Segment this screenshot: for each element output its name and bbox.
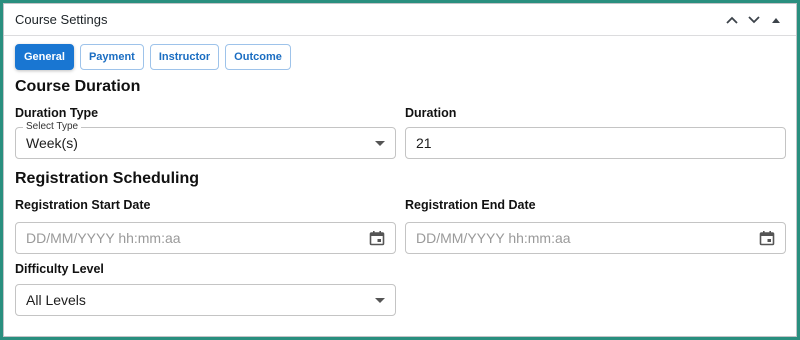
difficulty-level-select[interactable]: All Levels — [15, 284, 396, 316]
tab-outcome[interactable]: Outcome — [225, 44, 291, 70]
course-settings-panel: Course Settings General Payment Instruct… — [3, 3, 797, 337]
chevron-up-icon — [726, 16, 738, 24]
panel-header: Course Settings — [4, 4, 796, 36]
registration-start-date-label: Registration Start Date — [15, 198, 151, 212]
move-up-button[interactable] — [722, 10, 742, 30]
collapse-button[interactable] — [766, 10, 786, 30]
duration-type-select[interactable]: Select Type Week(s) — [15, 121, 396, 159]
tab-bar: General Payment Instructor Outcome — [15, 44, 785, 70]
registration-scheduling-heading: Registration Scheduling — [15, 170, 200, 187]
registration-end-date-label: Registration End Date — [405, 198, 536, 212]
difficulty-level-value: All Levels — [26, 292, 86, 308]
triangle-up-icon — [772, 17, 780, 23]
registration-start-date-input[interactable]: DD/MM/YYYY hh:mm:aa — [15, 222, 396, 254]
duration-value: 21 — [416, 135, 432, 151]
difficulty-level-label: Difficulty Level — [15, 262, 104, 276]
duration-type-label: Duration Type — [15, 106, 99, 120]
panel-body: General Payment Instructor Outcome — [4, 36, 796, 70]
calendar-icon[interactable] — [369, 230, 385, 246]
course-duration-heading: Course Duration — [15, 78, 141, 95]
tab-payment[interactable]: Payment — [79, 44, 144, 70]
duration-input[interactable]: 21 — [405, 127, 786, 159]
move-down-button[interactable] — [744, 10, 764, 30]
duration-type-floating-label: Select Type — [23, 121, 82, 133]
registration-end-date-placeholder: DD/MM/YYYY hh:mm:aa — [416, 230, 571, 246]
caret-down-icon — [375, 297, 385, 303]
chevron-down-icon — [748, 15, 760, 23]
duration-type-value: Week(s) — [26, 135, 78, 151]
registration-start-date-placeholder: DD/MM/YYYY hh:mm:aa — [26, 230, 181, 246]
panel-title: Course Settings — [15, 12, 108, 27]
tab-general[interactable]: General — [15, 44, 74, 70]
caret-down-icon — [375, 140, 385, 146]
calendar-icon[interactable] — [759, 230, 775, 246]
tab-instructor[interactable]: Instructor — [149, 44, 220, 70]
duration-label: Duration — [405, 106, 457, 120]
registration-end-date-input[interactable]: DD/MM/YYYY hh:mm:aa — [405, 222, 786, 254]
